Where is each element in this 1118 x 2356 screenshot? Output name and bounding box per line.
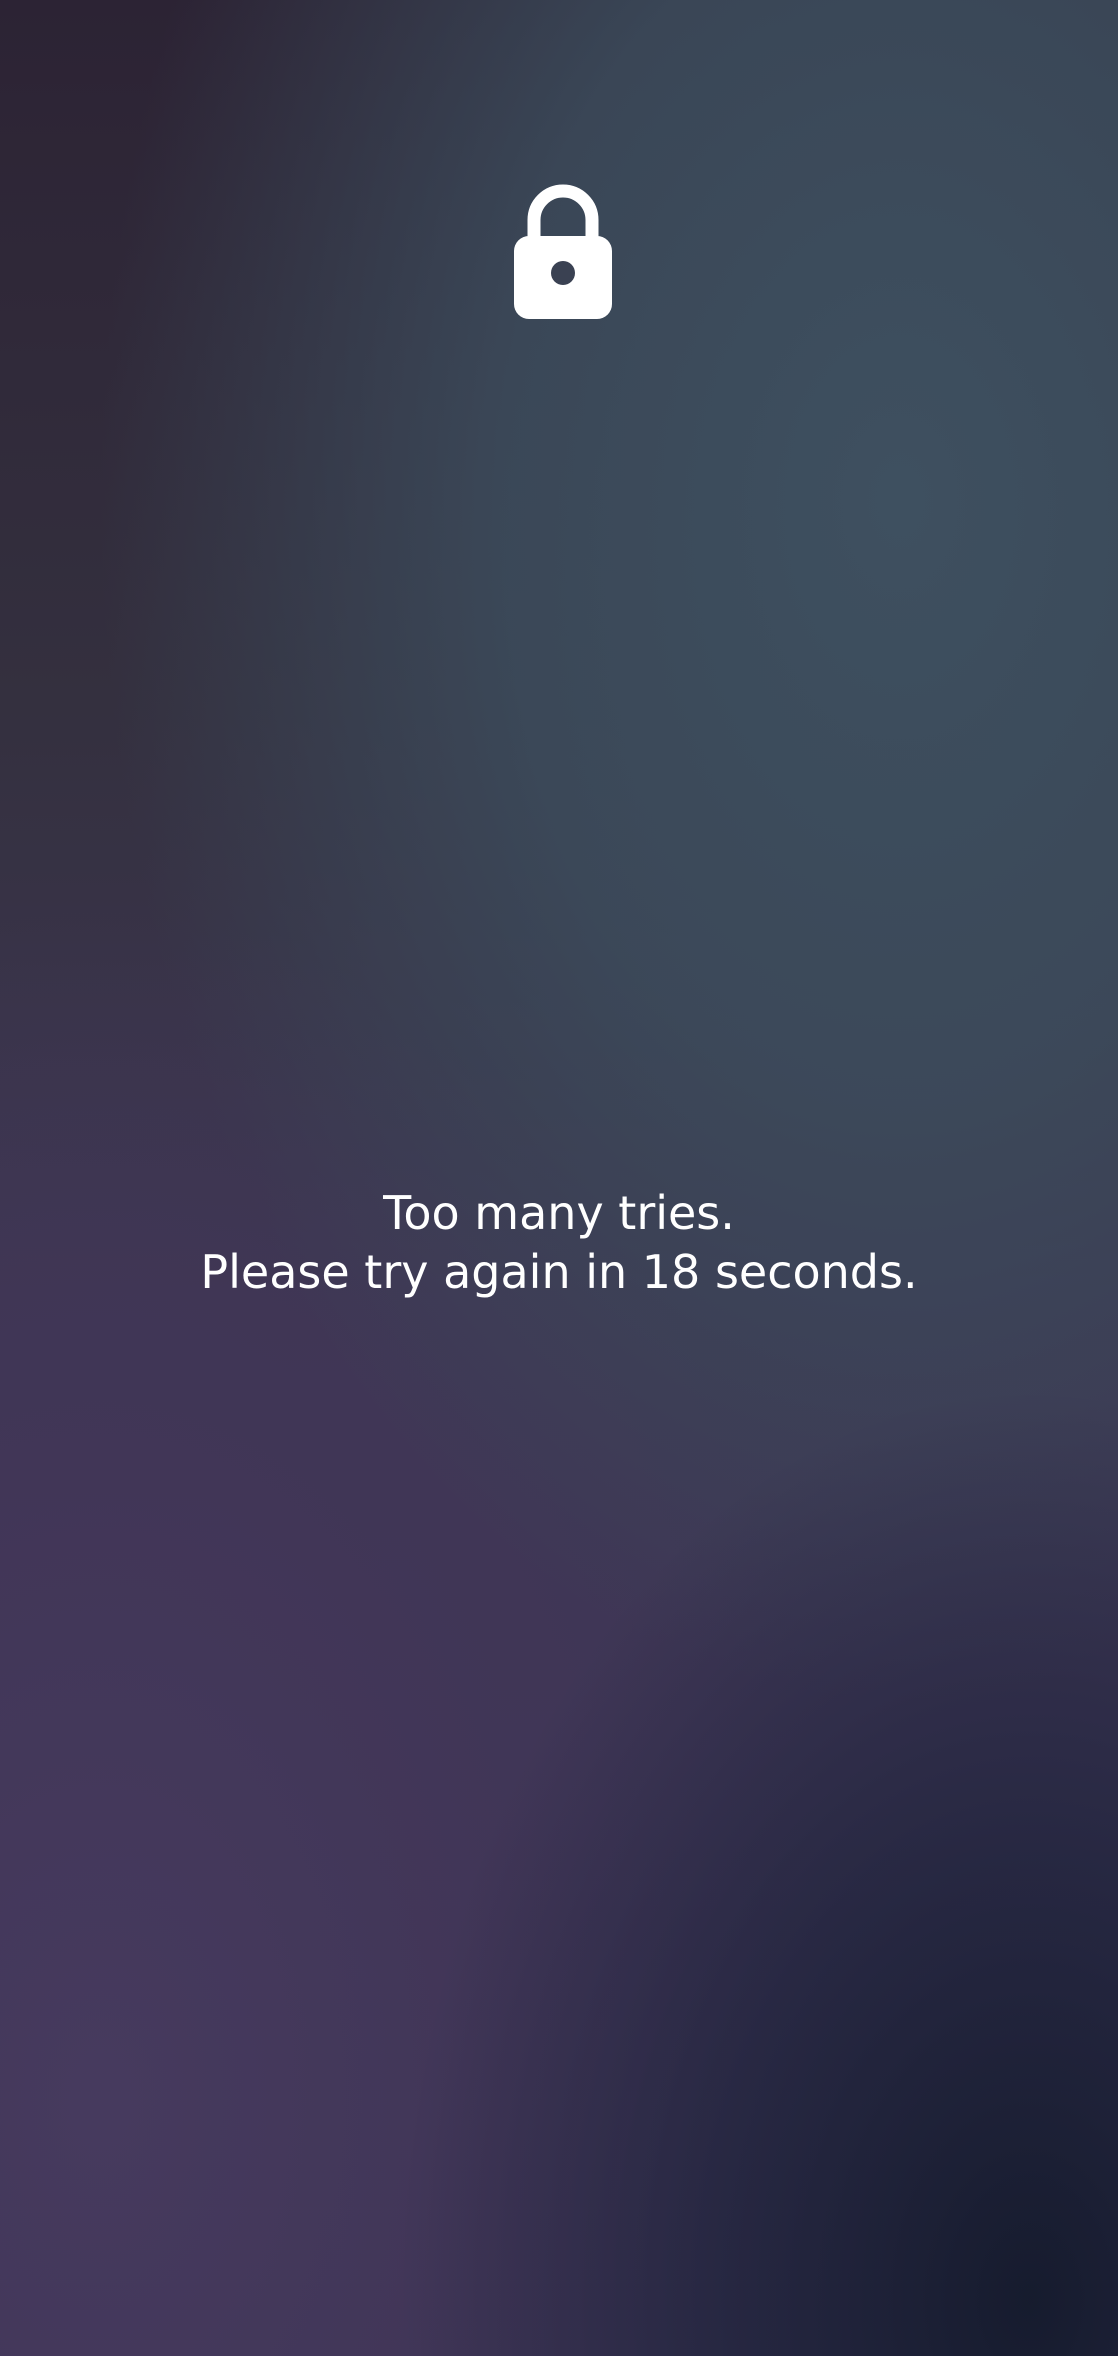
lock-icon — [512, 176, 614, 321]
lockout-message: Too many tries. Please try again in 18 s… — [0, 1184, 1118, 1302]
message-line-retry-countdown: Please try again in 18 seconds. — [200, 1245, 918, 1299]
message-line-too-many-tries: Too many tries. — [383, 1186, 735, 1240]
